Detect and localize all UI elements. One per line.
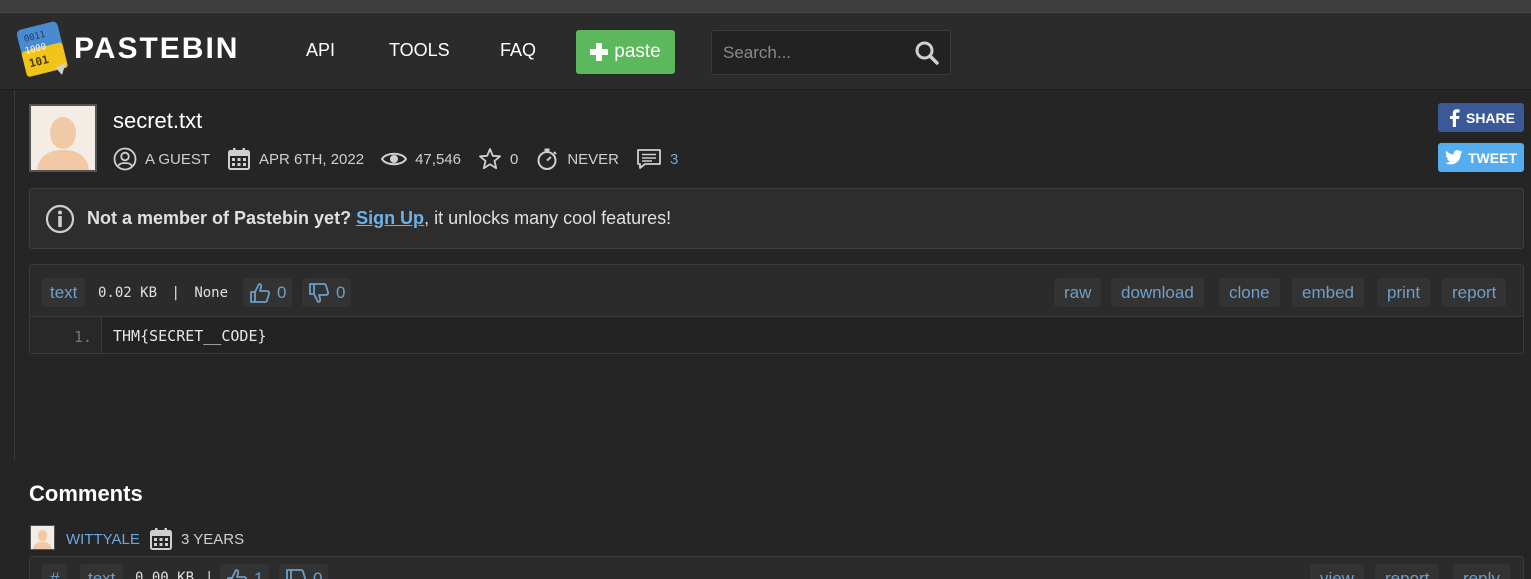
separator: | <box>205 570 214 579</box>
meta-stars: 0 <box>478 147 518 171</box>
syntax-tag[interactable]: text <box>42 278 86 307</box>
paste-size: 0.02 KB <box>98 285 158 301</box>
comment-report-button[interactable]: report <box>1375 564 1440 579</box>
meta-date: APR 6TH, 2022 <box>227 147 364 171</box>
code-line[interactable]: THM{SECRET__CODE} <box>113 327 267 345</box>
comment-like-button[interactable]: 1 <box>220 564 270 579</box>
commenter-name[interactable]: WITTYALE <box>66 531 140 548</box>
comment-view-button[interactable]: view <box>1310 564 1365 579</box>
search-input[interactable] <box>712 31 907 74</box>
logo-text: PASTEBIN <box>74 32 240 65</box>
notice-rest-text: , it unlocks many cool features! <box>424 208 672 228</box>
comment-size: 0.00 KB <box>135 570 195 579</box>
thumbs-down-icon <box>309 282 330 303</box>
twitter-icon <box>1445 150 1463 165</box>
comment-reply-button[interactable]: reply <box>1453 564 1510 579</box>
calendar-icon <box>228 148 251 170</box>
download-button[interactable]: download <box>1111 278 1204 307</box>
twitter-tweet-button[interactable]: TWEET <box>1438 143 1524 172</box>
facebook-share-button[interactable]: SHARE <box>1438 103 1524 132</box>
search-icon[interactable] <box>914 40 940 71</box>
dislike-button[interactable]: 0 <box>302 278 352 307</box>
eye-icon <box>381 152 408 166</box>
thumbs-down-icon <box>286 568 307 579</box>
facebook-icon <box>1449 108 1460 127</box>
notice-bold-text: Not a member of Pastebin yet? <box>87 208 352 228</box>
comment-syntax-tag[interactable]: text <box>80 564 124 579</box>
raw-button[interactable]: raw <box>1054 278 1102 307</box>
clone-button[interactable]: clone <box>1219 278 1280 307</box>
view-count: 47,546 <box>415 150 461 168</box>
star-icon <box>479 148 501 170</box>
new-paste-button[interactable]: paste <box>576 30 675 74</box>
expiry-value: NEVER <box>567 150 620 168</box>
signup-link[interactable]: Sign Up <box>356 208 424 229</box>
comment-dislike-count: 0 <box>313 568 323 579</box>
report-button[interactable]: report <box>1442 278 1507 307</box>
signup-notice: Not a member of Pastebin yet? Sign Up , … <box>29 188 1524 249</box>
thumbs-up-icon <box>250 282 271 303</box>
embed-button[interactable]: embed <box>1292 278 1364 307</box>
guest-avatar-icon <box>31 106 95 170</box>
separator: | <box>171 285 180 301</box>
code-info: 0.02 KB | None | <box>98 285 251 301</box>
user-icon <box>113 147 137 171</box>
star-count: 0 <box>509 150 519 168</box>
line-number: 1. <box>74 328 93 346</box>
tweet-label: TWEET <box>1468 149 1517 166</box>
meta-expiry: NEVER <box>535 147 619 171</box>
nav-api[interactable]: API <box>306 40 335 61</box>
like-count: 0 <box>277 282 287 302</box>
divider <box>14 90 15 460</box>
author-name: A GUEST <box>145 150 211 168</box>
comment-count-link[interactable]: 3 <box>670 151 678 168</box>
meta-views: 47,546 <box>381 149 461 169</box>
thumbs-up-icon <box>227 568 248 579</box>
code-toolbar: text 0.02 KB | None | 0 0 raw download c… <box>30 265 1523 317</box>
guest-avatar-icon <box>31 526 54 549</box>
calendar-icon <box>149 527 173 556</box>
new-paste-label: paste <box>614 41 661 62</box>
meta-comments[interactable]: 3 <box>636 148 678 170</box>
logo[interactable]: 0011 1000 101 PASTEBIN <box>16 20 239 78</box>
code-box: text 0.02 KB | None | 0 0 raw download c… <box>29 264 1524 354</box>
info-icon <box>45 204 75 233</box>
author-avatar[interactable] <box>29 104 97 172</box>
stopwatch-icon <box>537 148 558 170</box>
plus-icon <box>590 43 609 61</box>
comment-like-count: 1 <box>254 568 264 579</box>
paste-meta: A GUEST APR 6TH, 2022 47,546 0 NEVER 3 <box>113 146 695 172</box>
like-button[interactable]: 0 <box>243 278 293 307</box>
nav-faq[interactable]: FAQ <box>500 40 536 61</box>
paste-category[interactable]: None <box>194 285 228 301</box>
comment-hash-link[interactable]: # <box>42 564 68 579</box>
comment-time: 3 YEARS <box>181 531 245 548</box>
comments-heading: Comments <box>29 481 143 506</box>
comment-icon <box>637 149 661 169</box>
search-box <box>711 30 951 75</box>
browser-top-strip <box>0 0 1531 13</box>
comment-dislike-button[interactable]: 0 <box>279 564 329 579</box>
dislike-count: 0 <box>336 282 346 302</box>
print-button[interactable]: print <box>1377 278 1431 307</box>
site-header: 0011 1000 101 PASTEBIN API TOOLS FAQ pas… <box>0 13 1531 90</box>
meta-author: A GUEST <box>113 147 210 171</box>
comment-code-toolbar: # text 0.00 KB | 1 0 view report reply <box>29 556 1524 579</box>
share-label: SHARE <box>1465 109 1515 126</box>
commenter-avatar[interactable] <box>30 525 55 550</box>
nav-tools[interactable]: TOOLS <box>389 40 450 61</box>
paste-title: secret.txt <box>113 108 203 133</box>
paste-date: APR 6TH, 2022 <box>259 150 365 168</box>
pastebin-logo-icon: 0011 1000 101 <box>16 21 68 77</box>
